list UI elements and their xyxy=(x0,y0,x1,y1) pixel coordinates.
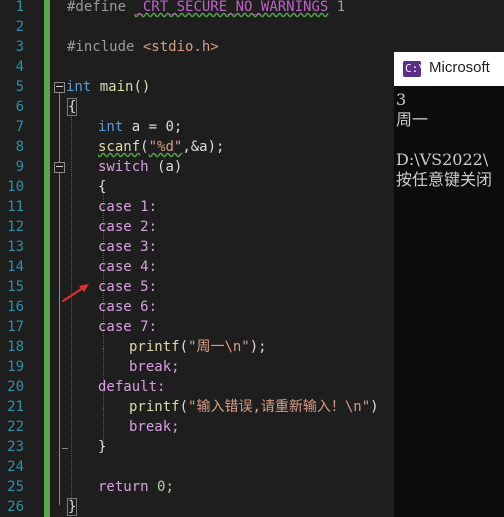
line-number: 2 xyxy=(15,19,24,35)
code-line[interactable]: printf("输入错误,请重新输入！\n") xyxy=(129,397,379,417)
code-line[interactable]: case 6: xyxy=(98,297,157,317)
collapse-icon[interactable] xyxy=(54,162,65,173)
code-line[interactable]: case 7: xyxy=(98,317,157,337)
line-number: 24 xyxy=(7,459,24,475)
console-app-icon: C:\ xyxy=(403,61,425,77)
code-line[interactable]: #include <stdio.h> xyxy=(67,37,219,57)
console-output-line: D:\VS2022\ xyxy=(396,150,489,169)
line-number: 3 xyxy=(15,39,24,55)
line-number-gutter: 1 2 3 4 5 6 7 8 9 10 11 12 13 14 15 16 1… xyxy=(0,0,42,517)
line-number: 15 xyxy=(7,279,24,295)
indent-guide xyxy=(103,348,104,378)
line-number: 10 xyxy=(7,179,24,195)
line-number: 22 xyxy=(7,419,24,435)
code-line[interactable]: } xyxy=(67,497,78,517)
code-line[interactable]: #define _CRT_SECURE_NO_WARNINGS 1 xyxy=(67,0,345,17)
indent-guide xyxy=(103,408,104,438)
code-line[interactable]: int main() xyxy=(66,77,150,97)
fold-end-marker xyxy=(62,448,68,449)
line-number: 13 xyxy=(7,239,24,255)
line-number: 1 xyxy=(15,0,24,15)
line-number: 25 xyxy=(7,479,24,495)
code-line[interactable]: printf("周一\n"); xyxy=(129,337,267,357)
console-title: Microsoft xyxy=(429,59,490,76)
code-line[interactable]: case 4: xyxy=(98,257,157,277)
red-arrow-annotation xyxy=(62,284,89,302)
code-line[interactable]: case 1: xyxy=(98,197,157,217)
console-output-line: 按任意键关闭 xyxy=(396,170,493,189)
line-number: 8 xyxy=(15,139,24,155)
change-tracking-bar xyxy=(44,0,50,517)
code-line[interactable]: case 5: xyxy=(98,277,157,297)
line-number: 7 xyxy=(15,119,24,135)
line-number: 21 xyxy=(7,399,24,415)
line-number: 9 xyxy=(15,159,24,175)
line-number: 12 xyxy=(7,219,24,235)
code-line[interactable]: case 3: xyxy=(98,237,157,257)
line-number: 26 xyxy=(7,499,24,515)
line-number: 11 xyxy=(7,199,24,215)
collapse-icon[interactable] xyxy=(54,82,65,93)
code-line[interactable]: case 2: xyxy=(98,217,157,237)
line-number: 14 xyxy=(7,259,24,275)
line-number: 18 xyxy=(7,339,24,355)
code-line[interactable]: break; xyxy=(129,357,180,377)
indent-guide xyxy=(71,108,72,500)
code-line[interactable]: } xyxy=(98,437,106,457)
code-line[interactable]: break; xyxy=(129,417,180,437)
code-line[interactable]: scanf("%d",&a); xyxy=(98,137,224,157)
line-number: 4 xyxy=(15,59,24,75)
console-output-line: 3 xyxy=(396,90,407,109)
code-line[interactable]: { xyxy=(98,177,106,197)
code-line[interactable]: return 0; xyxy=(98,477,174,497)
code-line[interactable]: int a = 0; xyxy=(98,117,182,137)
line-number: 16 xyxy=(7,299,24,315)
line-number: 17 xyxy=(7,319,24,335)
code-line[interactable]: { xyxy=(67,97,78,117)
console-window[interactable]: C:\ Microsoft 3 周一 D:\VS2022\ 按任意键关闭 xyxy=(394,52,504,517)
line-number: 19 xyxy=(7,359,24,375)
line-number: 23 xyxy=(7,439,24,455)
console-titlebar[interactable]: C:\ Microsoft xyxy=(394,52,504,86)
code-line[interactable]: default: xyxy=(98,377,165,397)
code-line[interactable]: switch (a) xyxy=(98,157,182,177)
console-output-line: 周一 xyxy=(396,110,429,129)
line-number: 20 xyxy=(7,379,24,395)
line-number: 5 xyxy=(15,79,24,95)
line-number: 6 xyxy=(15,99,24,115)
